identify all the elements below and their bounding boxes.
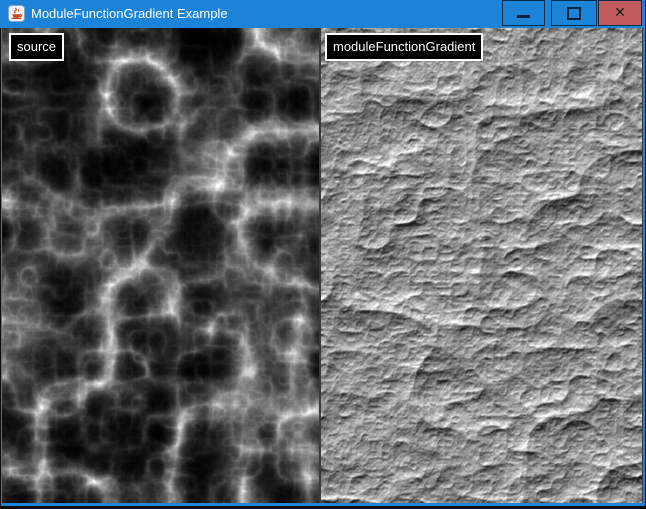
minimize-button[interactable] [502,0,545,26]
titlebar[interactable]: ModuleFunctionGradient Example ✕ [0,0,645,28]
application-window: ModuleFunctionGradient Example ✕ source … [0,0,645,506]
close-button[interactable]: ✕ [598,0,642,26]
gradient-noise-image [321,28,642,503]
source-image-panel: source [2,28,319,503]
gradient-label: moduleFunctionGradient [325,33,483,61]
source-noise-image [2,28,319,503]
window-controls: ✕ [502,0,642,28]
source-label: source [9,33,64,61]
java-coffee-cup-icon [8,5,25,22]
minimize-icon [517,15,530,18]
close-icon: ✕ [614,6,626,20]
maximize-button[interactable] [551,0,597,26]
window-title: ModuleFunctionGradient Example [31,0,228,27]
content-area: source moduleFunctionGradient [2,28,643,503]
gradient-image-panel: moduleFunctionGradient [321,28,642,503]
maximize-icon [567,7,581,20]
